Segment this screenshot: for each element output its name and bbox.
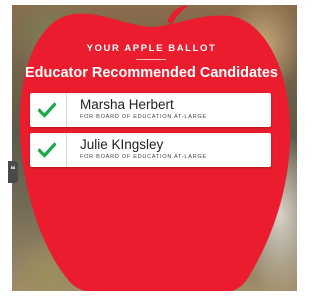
- card-divider: [66, 133, 67, 167]
- candidate-office: FOR BOARD OF EDUCATION AT-LARGE: [80, 154, 207, 160]
- ballot-heading: Educator Recommended Candidates: [25, 65, 278, 81]
- check-icon: [38, 142, 56, 158]
- candidate-name: Julie KIngsley: [80, 137, 164, 152]
- eyebrow-divider: [136, 59, 166, 60]
- candidate-card: Julie KIngsley FOR BOARD OF EDUCATION AT…: [30, 133, 271, 167]
- ballot-frame: ❝ YOUR APPLE BALLOT Educator Recommended…: [0, 0, 303, 296]
- candidate-card: Marsha Herbert FOR BOARD OF EDUCATION AT…: [30, 93, 271, 127]
- candidate-office: FOR BOARD OF EDUCATION AT-LARGE: [80, 114, 207, 120]
- check-icon: [38, 102, 56, 118]
- ballot-eyebrow: YOUR APPLE BALLOT: [86, 43, 217, 54]
- quote-icon: ❝: [10, 165, 16, 176]
- card-divider: [66, 93, 67, 127]
- bottom-border: [0, 291, 303, 296]
- candidate-name: Marsha Herbert: [80, 97, 174, 112]
